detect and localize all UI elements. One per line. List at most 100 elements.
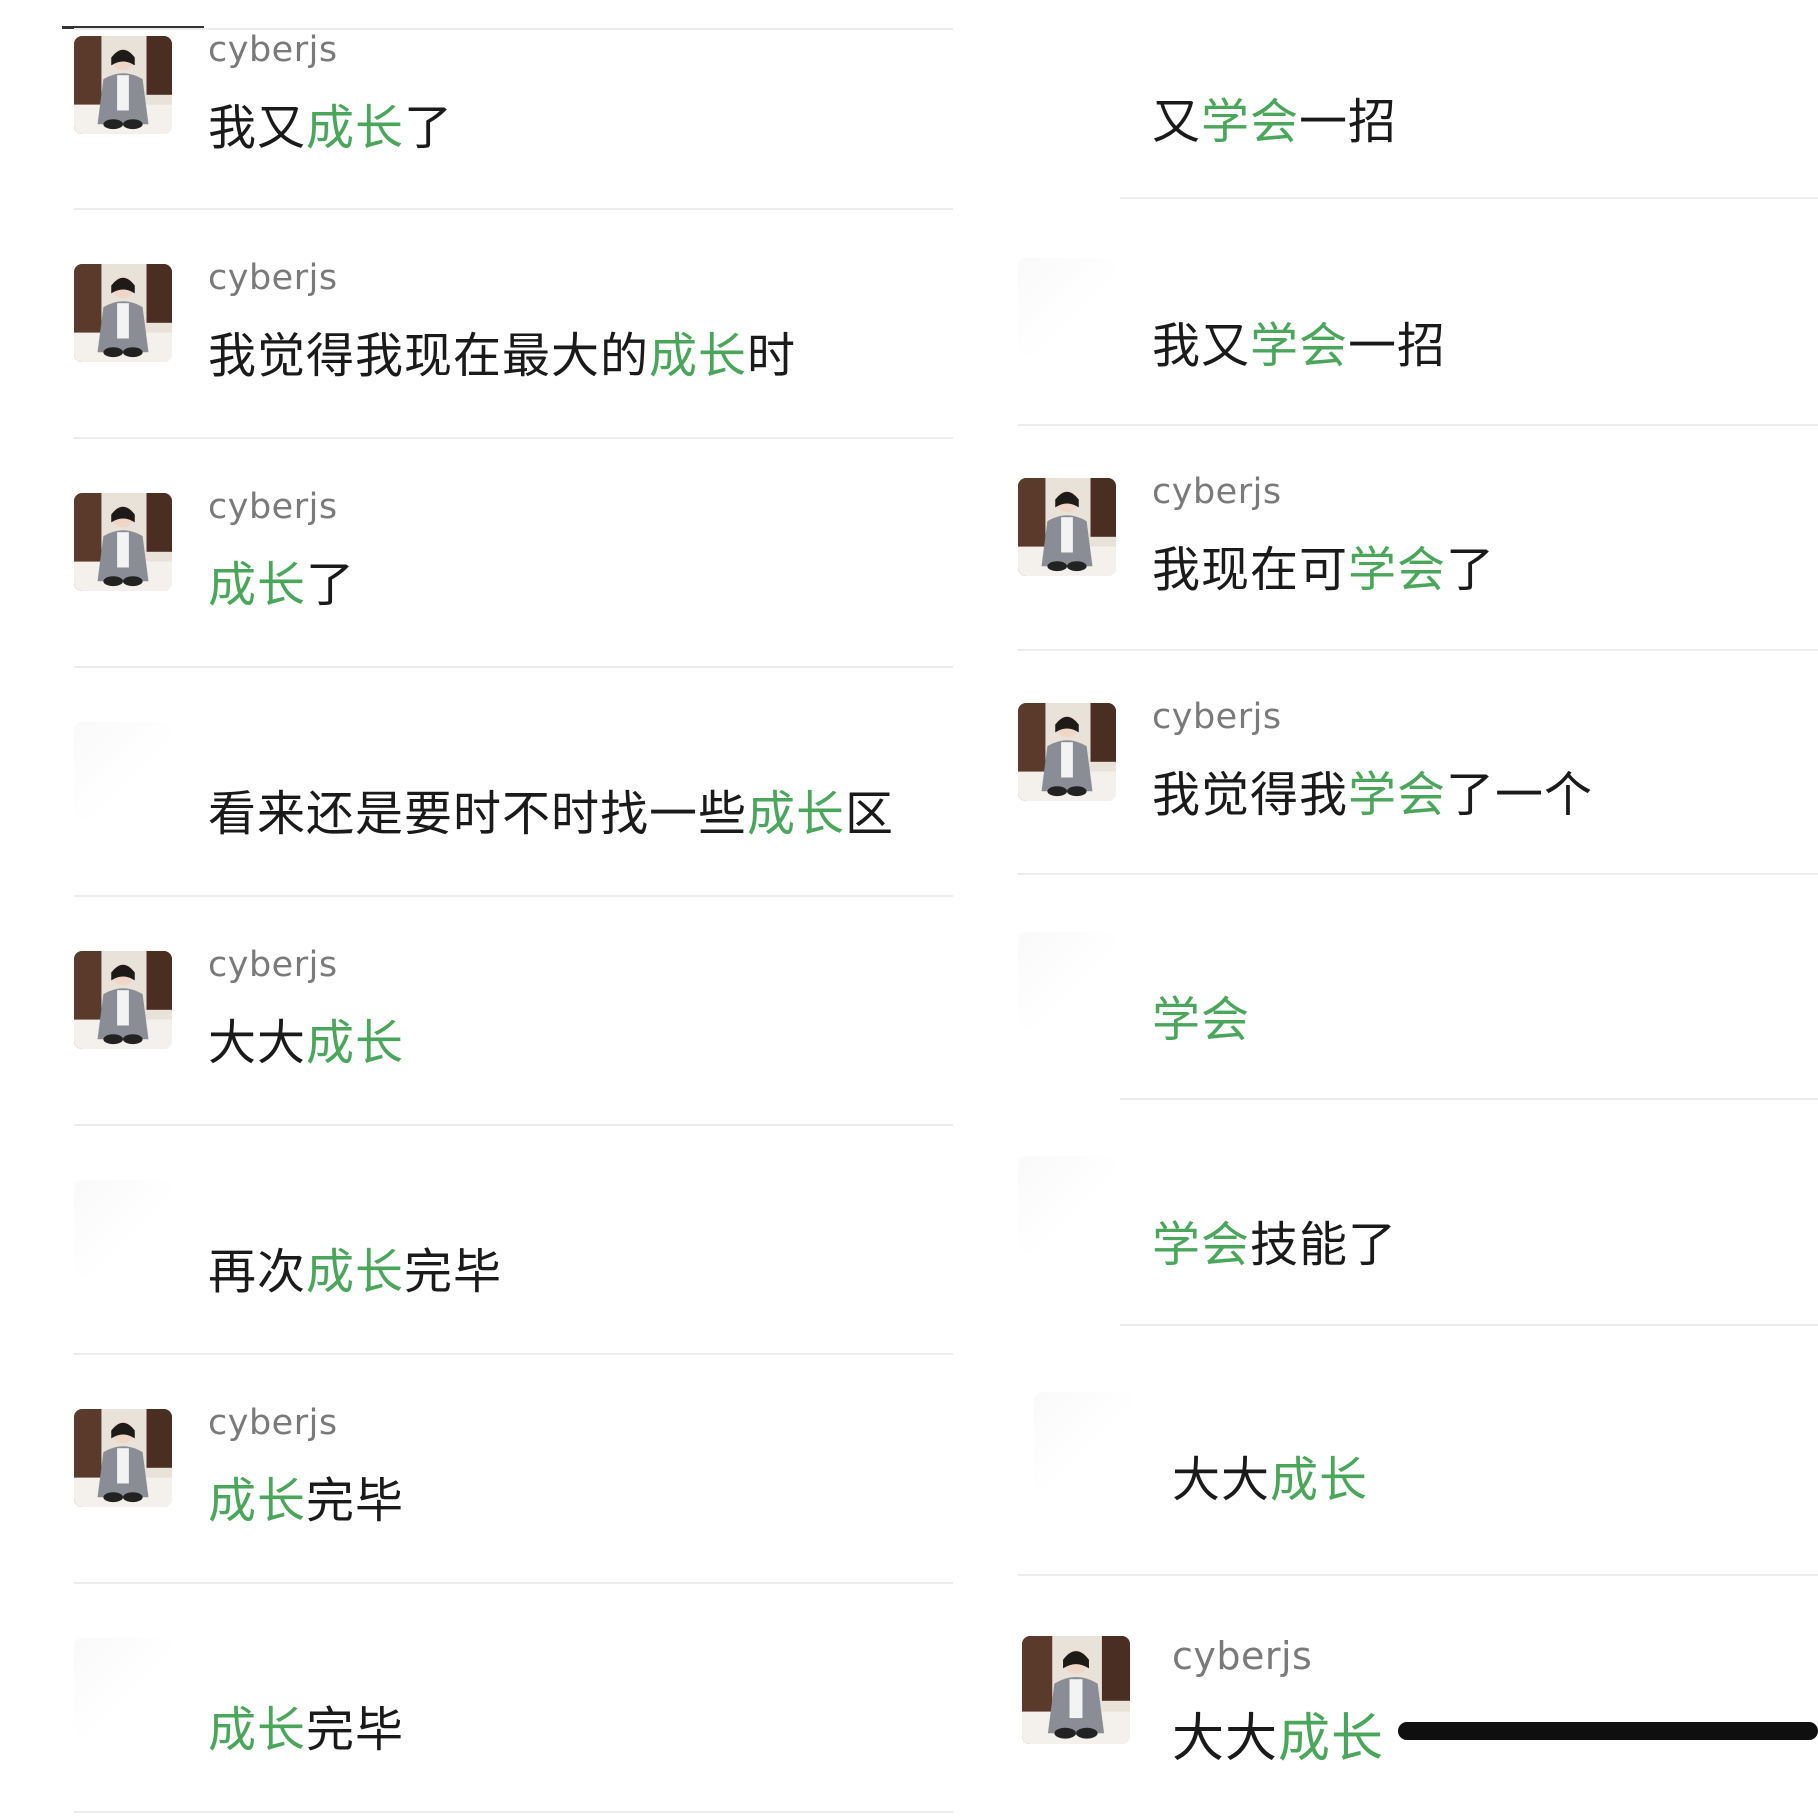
avatar-image — [74, 264, 172, 362]
message-text: 我觉得我学会了一个 — [1152, 755, 1593, 825]
message-segment: 大大 — [1172, 1709, 1279, 1769]
message-text: 大大成长 — [1172, 1696, 1384, 1771]
avatar-photo-icon[interactable] — [74, 493, 172, 591]
avatar-photo-icon[interactable] — [1034, 1392, 1132, 1490]
highlighted-keyword: 学会 — [1152, 992, 1251, 1048]
avatar-photo-icon[interactable] — [74, 264, 172, 362]
message-text: 大大成长 — [1172, 1440, 1368, 1510]
row-divider — [74, 208, 953, 210]
row-divider — [1018, 424, 1818, 426]
highlighted-keyword: 成长 — [1270, 1452, 1369, 1508]
message-segment: 我觉得我现在最大的 — [208, 328, 650, 384]
message-text: 学会 — [1152, 980, 1250, 1050]
avatar-photo-icon[interactable] — [1018, 478, 1116, 576]
message-username: cyberjs — [208, 945, 338, 985]
message-text: 我又成长了 — [208, 88, 453, 158]
row-divider — [1018, 1574, 1818, 1576]
avatar-photo-icon[interactable] — [74, 722, 172, 820]
highlighted-keyword: 成长 — [208, 557, 307, 613]
message-segment: 完毕 — [306, 1702, 405, 1758]
message-segment: 再次 — [208, 1244, 307, 1300]
message-text: 再次成长完毕 — [208, 1232, 502, 1302]
message-username: cyberjs — [1172, 1634, 1313, 1678]
message-segment: 完毕 — [404, 1244, 503, 1300]
avatar-image — [74, 951, 172, 1049]
row-divider — [1018, 649, 1818, 651]
avatar-image — [74, 493, 172, 591]
avatar-photo-icon[interactable] — [74, 1180, 172, 1278]
row-divider — [74, 1811, 953, 1813]
message-segment: 完毕 — [306, 1473, 405, 1529]
row-divider — [1018, 873, 1818, 875]
row-divider — [1120, 1098, 1818, 1100]
message-segment: 看来还是要时不时找一些 — [208, 786, 748, 842]
message-text: 又学会一招 — [1152, 82, 1397, 152]
row-divider — [74, 666, 953, 668]
message-segment: 大大 — [208, 1015, 307, 1071]
highlighted-keyword: 学会 — [1348, 542, 1447, 598]
avatar-image — [1022, 1636, 1130, 1744]
avatar-image — [74, 36, 172, 134]
message-username: cyberjs — [208, 30, 338, 70]
message-segment: 了一个 — [1446, 767, 1594, 823]
highlighted-keyword: 成长 — [649, 328, 748, 384]
message-segment: 一招 — [1348, 318, 1447, 374]
row-divider — [74, 28, 953, 30]
message-segment: 我又 — [1152, 318, 1251, 374]
message-text: 成长完毕 — [208, 1461, 404, 1531]
highlighted-keyword: 学会 — [1348, 767, 1447, 823]
row-divider — [74, 1582, 953, 1584]
message-username: cyberjs — [208, 1403, 338, 1443]
row-divider — [1120, 1324, 1818, 1326]
message-segment: 了 — [306, 557, 356, 613]
message-text: 大大成长 — [208, 1003, 404, 1073]
message-segment: 我现在可 — [1152, 542, 1349, 598]
message-segment: 一招 — [1299, 94, 1398, 150]
message-text: 看来还是要时不时找一些成长区 — [208, 774, 894, 844]
highlighted-keyword: 成长 — [306, 1015, 405, 1071]
avatar-image — [1018, 478, 1116, 576]
avatar-image — [1018, 703, 1116, 801]
row-divider — [74, 1124, 953, 1126]
row-divider — [74, 1353, 953, 1355]
avatar-photo-icon[interactable] — [1018, 1156, 1116, 1254]
message-username: cyberjs — [1152, 472, 1282, 512]
highlighted-keyword: 学会 — [1152, 1217, 1251, 1273]
avatar-photo-icon[interactable] — [1022, 1636, 1130, 1744]
right-message-column: 又学会一招 我又学会一招 cyberjs 我现在可学会了 cyberjs 我觉得… — [1018, 0, 1818, 1818]
highlighted-keyword: 成长 — [1278, 1709, 1385, 1769]
highlighted-keyword: 学会 — [1250, 318, 1349, 374]
avatar-photo-icon[interactable] — [74, 951, 172, 1049]
avatar-photo-icon[interactable] — [1018, 703, 1116, 801]
message-text: 我觉得我现在最大的成长时 — [208, 316, 796, 386]
message-segment: 大大 — [1172, 1452, 1271, 1508]
message-text: 我现在可学会了 — [1152, 530, 1495, 600]
highlighted-keyword: 成长 — [747, 786, 846, 842]
message-username: cyberjs — [208, 258, 338, 298]
message-segment: 又 — [1152, 94, 1202, 150]
message-username: cyberjs — [208, 487, 338, 527]
avatar-photo-icon[interactable] — [1018, 258, 1116, 356]
highlighted-keyword: 成长 — [306, 1244, 405, 1300]
message-username: cyberjs — [1152, 697, 1282, 737]
avatar-photo-icon[interactable] — [74, 1638, 172, 1736]
highlighted-keyword: 成长 — [208, 1702, 307, 1758]
message-segment: 了 — [404, 100, 454, 156]
message-text: 成长完毕 — [208, 1690, 404, 1760]
message-segment: 我觉得我 — [1152, 767, 1349, 823]
row-divider — [1120, 197, 1818, 199]
highlighted-keyword: 学会 — [1201, 94, 1300, 150]
avatar-photo-icon[interactable] — [74, 1409, 172, 1507]
avatar-photo-icon[interactable] — [1018, 932, 1116, 1030]
message-text: 成长了 — [208, 545, 355, 615]
message-segment: 区 — [845, 786, 895, 842]
row-divider — [74, 437, 953, 439]
row-divider — [74, 895, 953, 897]
avatar-photo-icon[interactable] — [74, 36, 172, 134]
message-segment: 了 — [1446, 542, 1496, 598]
home-indicator-bar[interactable] — [1398, 1722, 1818, 1740]
highlighted-keyword: 成长 — [208, 1473, 307, 1529]
message-segment: 我又 — [208, 100, 307, 156]
highlighted-keyword: 成长 — [306, 100, 405, 156]
message-segment: 技能了 — [1250, 1217, 1398, 1273]
